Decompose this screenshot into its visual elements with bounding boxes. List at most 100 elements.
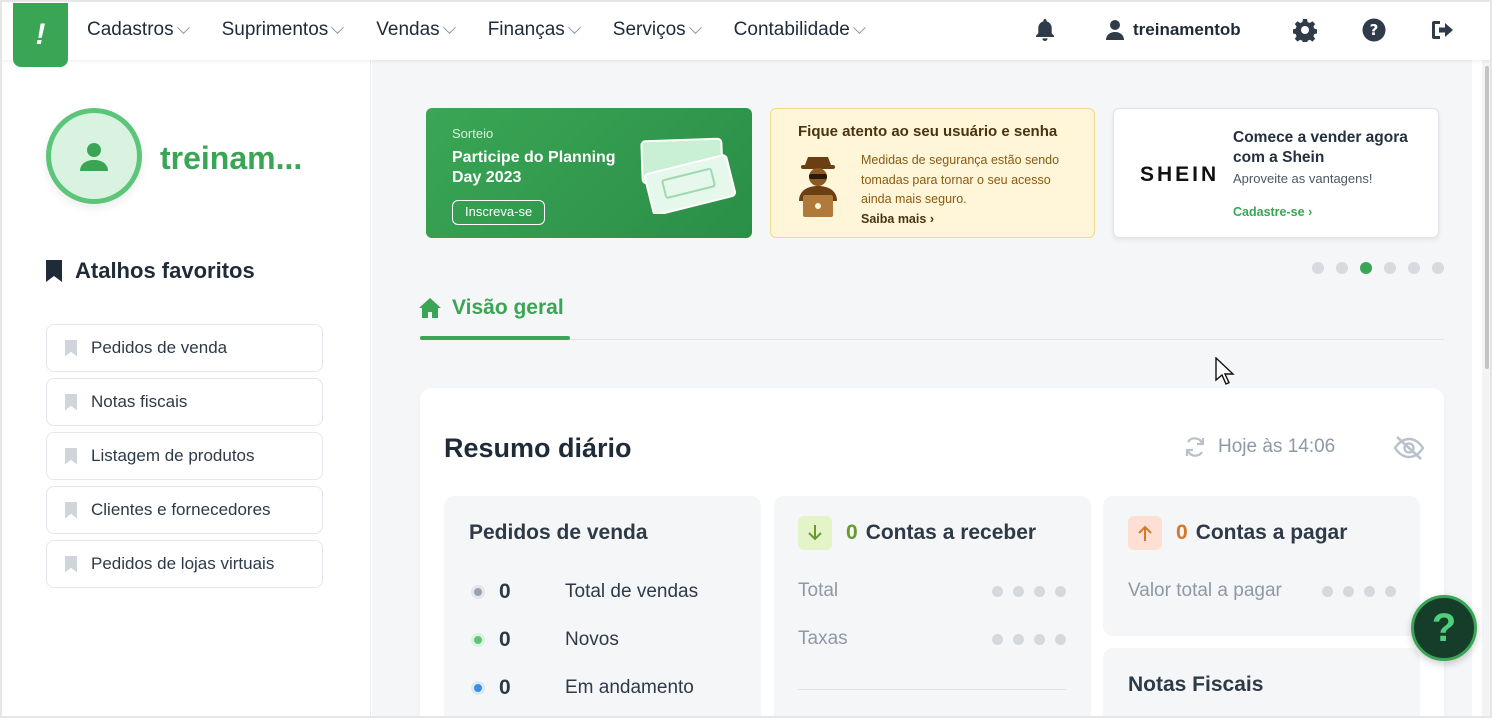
menu-label: Cadastros xyxy=(87,19,174,40)
masked-value xyxy=(982,585,1066,597)
avatar[interactable] xyxy=(46,108,142,204)
gear-icon[interactable] xyxy=(1292,17,1318,43)
carousel-dot[interactable] xyxy=(1312,262,1324,274)
menu-servicos[interactable]: Serviços xyxy=(612,19,702,41)
shein-logo: SHEIN xyxy=(1140,163,1220,186)
signup-button[interactable]: Inscreva-se xyxy=(452,200,546,225)
payables-count: 0 xyxy=(1176,521,1188,544)
svg-text:?: ? xyxy=(1370,21,1379,39)
favorite-label: Clientes e fornecedores xyxy=(91,500,271,519)
chevron-down-icon xyxy=(331,20,345,34)
profile-name: treinam... xyxy=(160,140,303,176)
row-label: Novos xyxy=(565,629,619,650)
help-chat-button[interactable]: ? xyxy=(1411,595,1477,661)
carousel-dot[interactable] xyxy=(1384,262,1396,274)
sales-orders-title: Pedidos de venda xyxy=(469,521,648,544)
payables-header[interactable]: 0 Contas a pagar xyxy=(1128,516,1347,550)
chevron-down-icon xyxy=(688,20,702,34)
learn-more-link[interactable]: Saiba mais › xyxy=(861,212,934,226)
menu-label: Vendas xyxy=(376,19,440,40)
chevron-down-icon xyxy=(442,20,456,34)
receivables-count: 0 xyxy=(846,521,858,544)
sales-row-new[interactable]: 0 Novos xyxy=(471,628,619,652)
count: 0 xyxy=(499,628,511,651)
masked-value xyxy=(1312,585,1396,597)
receivables-fees-row: Taxas xyxy=(798,628,1066,650)
user-name[interactable]: treinamentob xyxy=(1133,20,1241,40)
count: 0 xyxy=(499,580,511,603)
updated-time: Hoje às 14:06 xyxy=(1218,436,1336,457)
register-label: Cadastre-se xyxy=(1233,205,1305,219)
learn-more-label: Saiba mais xyxy=(861,212,927,226)
user-icon[interactable] xyxy=(1102,17,1128,43)
menu-contabilidade[interactable]: Contabilidade xyxy=(733,19,866,41)
masked-value xyxy=(982,633,1066,645)
favorite-label: Pedidos de venda xyxy=(91,338,228,357)
carousel-dot[interactable] xyxy=(1432,262,1444,274)
tab-label: Visão geral xyxy=(452,296,564,319)
favorite-label: Notas fiscais xyxy=(91,392,188,411)
scrollbar-thumb[interactable] xyxy=(1485,66,1489,369)
favorite-label: Pedidos de lojas virtuais xyxy=(91,554,275,573)
banner-planning-day[interactable]: Sorteio Participe do Planning Day 2023 I… xyxy=(426,108,752,238)
receivables-header[interactable]: 0 Contas a receber xyxy=(798,516,1036,550)
banner-security[interactable]: Fique atento ao seu usuário e senha Medi… xyxy=(770,108,1095,238)
receivables-total-row: Total xyxy=(798,580,1066,602)
menu-label: Serviços xyxy=(612,19,686,40)
row-label: Valor total a pagar xyxy=(1128,580,1282,601)
eye-off-icon xyxy=(1393,436,1425,460)
banner-text: Medidas de segurança estão sendo tomadas… xyxy=(861,153,1060,206)
bookmark-icon xyxy=(65,393,77,411)
arrow-up-icon xyxy=(1128,516,1162,550)
favorite-clientes-e-fornecedores[interactable]: Clientes e fornecedores xyxy=(46,486,323,534)
banner-title: Comece a vender agora com a Shein xyxy=(1233,129,1408,166)
invoices-title: Notas Fiscais xyxy=(1128,673,1264,696)
banner-tag: Sorteio xyxy=(452,126,494,141)
menu-vendas[interactable]: Vendas xyxy=(376,19,456,41)
favorite-pedidos-de-venda[interactable]: Pedidos de venda xyxy=(46,324,323,372)
refresh-button[interactable]: Hoje às 14:06 xyxy=(1184,436,1335,458)
receivables-title: Contas a receber xyxy=(865,521,1037,544)
bookmark-icon xyxy=(65,339,77,357)
arrow-down-icon xyxy=(798,516,832,550)
carousel-dot-active[interactable] xyxy=(1360,262,1372,274)
menu-financas[interactable]: Finanças xyxy=(487,19,581,41)
favorites-list: Pedidos de venda Notas fiscais Listagem … xyxy=(46,324,323,594)
favorite-pedidos-de-lojas-virtuais[interactable]: Pedidos de lojas virtuais xyxy=(46,540,323,588)
carousel-dots xyxy=(1312,262,1456,274)
banner-title: Fique atento ao seu usuário e senha xyxy=(798,123,1058,140)
status-dot xyxy=(471,681,485,695)
logout-icon[interactable] xyxy=(1430,17,1456,43)
question-icon: ? xyxy=(1431,605,1457,650)
bookmark-icon xyxy=(65,555,77,573)
main-menu: Cadastros Suprimentos Vendas Finanças Se… xyxy=(87,0,898,60)
menu-label: Contabilidade xyxy=(733,19,850,40)
menu-label: Finanças xyxy=(487,19,565,40)
mouse-cursor-icon xyxy=(1215,357,1235,385)
hide-values-toggle[interactable] xyxy=(1393,435,1425,466)
carousel-dot[interactable] xyxy=(1408,262,1420,274)
app-logo[interactable]: ! xyxy=(13,3,68,67)
tab-visao-geral[interactable]: Visão geral xyxy=(418,296,564,320)
menu-suprimentos[interactable]: Suprimentos xyxy=(221,19,345,41)
menu-cadastros[interactable]: Cadastros xyxy=(87,19,190,41)
payables-total-row: Valor total a pagar xyxy=(1128,580,1396,602)
tickets-icon xyxy=(640,137,736,214)
chevron-right-icon: › xyxy=(1308,205,1313,219)
carousel-dot[interactable] xyxy=(1336,262,1348,274)
favorite-listagem-de-produtos[interactable]: Listagem de produtos xyxy=(46,432,323,480)
divider xyxy=(798,689,1066,690)
favorites-title: Atalhos favoritos xyxy=(45,258,255,284)
row-label: Taxas xyxy=(798,628,848,649)
register-link[interactable]: Cadastre-se › xyxy=(1233,205,1312,219)
top-navigation-bar: ! Cadastros Suprimentos Vendas Finanças … xyxy=(0,0,1492,67)
help-icon[interactable]: ? xyxy=(1361,17,1387,43)
sales-row-in-progress[interactable]: 0 Em andamento xyxy=(471,676,694,700)
banner-shein[interactable]: SHEIN Comece a vender agora com a Shein … xyxy=(1113,108,1439,238)
menu-label: Suprimentos xyxy=(221,19,329,40)
sales-row-total[interactable]: 0 Total de vendas xyxy=(471,580,698,604)
bell-icon[interactable] xyxy=(1032,17,1058,43)
favorite-notas-fiscais[interactable]: Notas fiscais xyxy=(46,378,323,426)
row-label: Total xyxy=(798,580,839,601)
count: 0 xyxy=(499,676,511,699)
